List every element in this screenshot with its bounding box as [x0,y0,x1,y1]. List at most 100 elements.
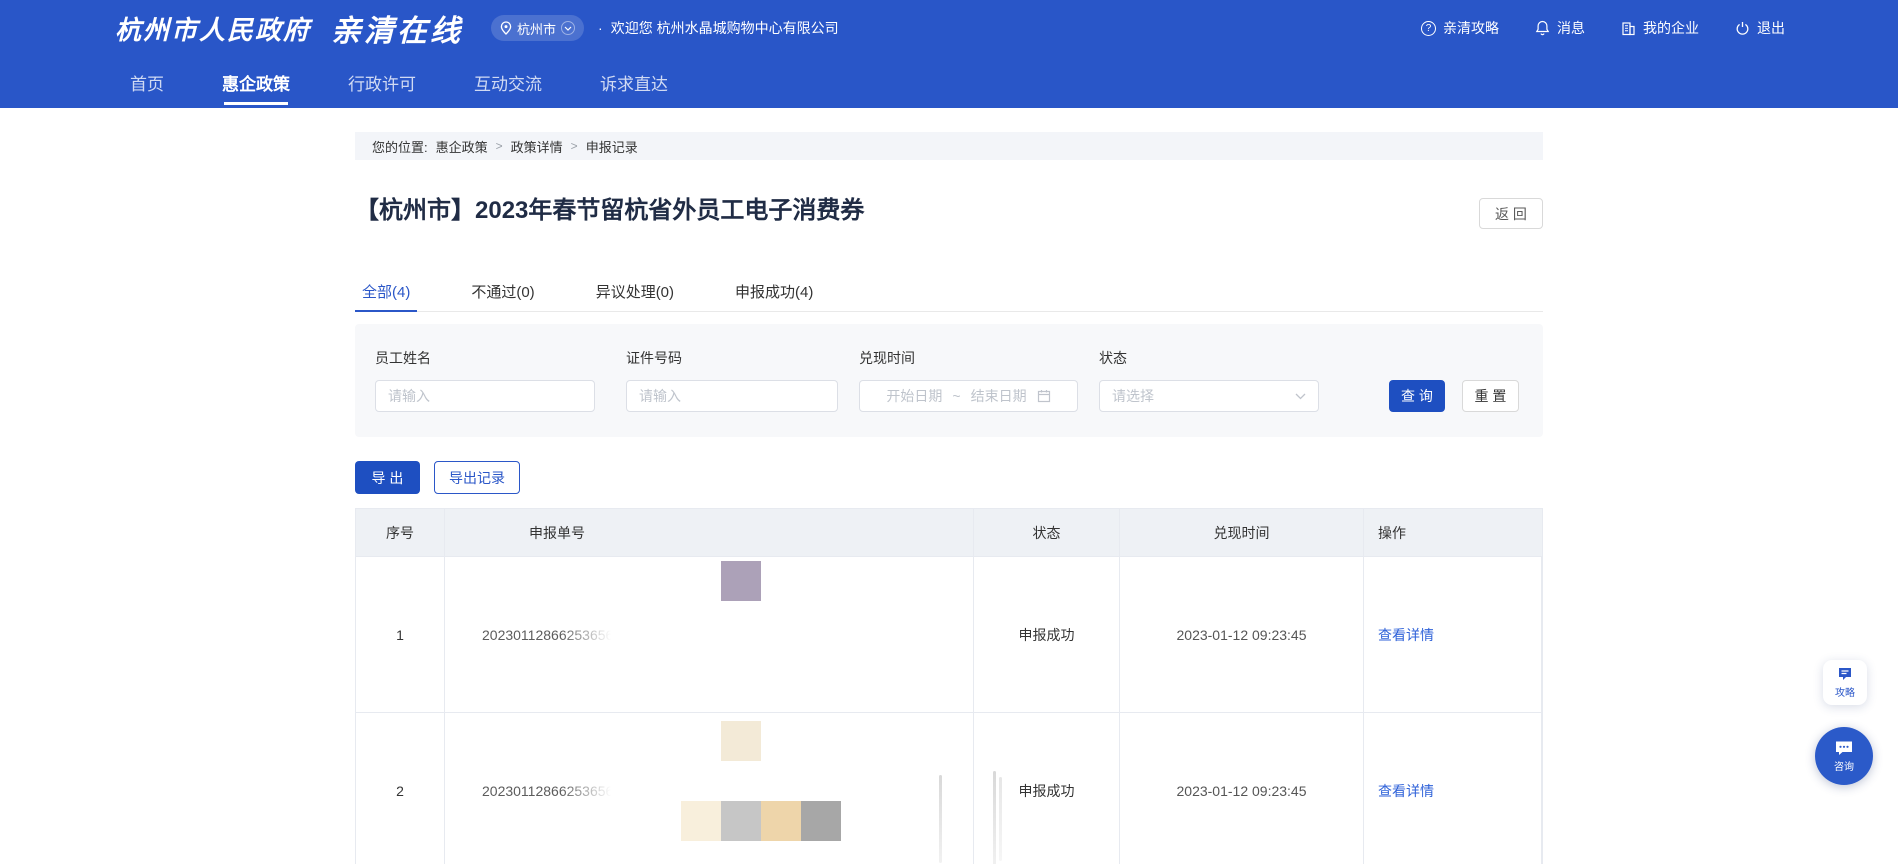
table-row: 2 202301128662536563 申报成功 2023-01-12 09:… [356,712,1542,864]
location-label: 杭州市 [517,19,556,38]
nav-item-interaction[interactable]: 互动交流 [474,56,542,108]
search-button[interactable]: 查 询 [1389,380,1445,412]
location-pin-icon [500,21,512,35]
breadcrumb-item-policies[interactable]: 惠企政策 [436,137,488,156]
status-select-placeholder: 请选择 [1112,386,1154,406]
row-index: 2 [356,713,445,864]
end-date-placeholder: 结束日期 [971,386,1027,406]
status-tabs: 全部(4) 不通过(0) 异议处理(0) 申报成功(4) [355,283,1543,312]
col-index: 序号 [356,509,445,556]
export-button[interactable]: 导 出 [355,461,420,494]
company-icon [1621,21,1636,36]
guide-link[interactable]: ? 亲清攻略 [1421,18,1499,38]
calendar-icon [1037,389,1051,403]
order-no-text: 202301128662536563 [482,783,621,799]
redacted-smudge [939,775,942,863]
messages-link[interactable]: 消息 [1535,18,1585,38]
view-detail-link[interactable]: 查看详情 [1378,781,1434,801]
chevron-down-icon [1295,393,1306,400]
id-number-input[interactable] [626,380,838,412]
status-select[interactable]: 请选择 [1099,380,1319,412]
redacted-block [761,801,801,841]
table-header-row: 序号 申报单号 状态 兑现时间 操作 [356,509,1542,556]
my-company-link[interactable]: 我的企业 [1621,18,1699,38]
consult-chat-icon [1834,740,1854,757]
breadcrumb-separator: > [496,139,503,153]
breadcrumb: 您的位置: 惠企政策 > 政策详情 > 申报记录 [355,132,1543,160]
logout-link-label: 退出 [1757,18,1785,38]
tab-success[interactable]: 申报成功(4) [728,283,820,311]
chevron-down-icon [561,21,575,35]
consult-float-label: 咨询 [1834,758,1854,773]
location-selector[interactable]: 杭州市 [491,15,584,41]
my-company-link-label: 我的企业 [1643,18,1699,38]
status-label: 状态 [1099,348,1319,368]
employee-name-input[interactable] [375,380,595,412]
nav-item-licensing[interactable]: 行政许可 [348,56,416,108]
row-status: 申报成功 [974,557,1120,712]
header-row: 杭州市人民政府 亲清在线 杭州市 · 欢迎您 杭州水晶城购物中心有限公司 ? 亲… [115,0,1785,56]
col-order-no: 申报单号 [445,509,974,556]
header-links: ? 亲清攻略 消息 我的企业 [1421,18,1785,38]
bell-icon [1535,20,1550,36]
col-actions: 操作 [1364,509,1542,556]
row-order-no: 202301128662536563 [445,713,974,864]
back-button[interactable]: 返 回 [1479,198,1543,229]
row-index: 1 [356,557,445,712]
redacted-block [721,561,761,601]
nav-item-home[interactable]: 首页 [130,56,164,108]
order-no-text: 202301128662536567 [482,627,621,643]
tab-all[interactable]: 全部(4) [355,283,417,312]
messages-link-label: 消息 [1557,18,1585,38]
redacted-strip [681,801,841,841]
view-detail-link[interactable]: 查看详情 [1378,625,1434,645]
tab-rejected[interactable]: 不通过(0) [464,283,541,311]
row-redeem-time: 2023-01-12 09:23:45 [1120,713,1364,864]
breadcrumb-item-policy-detail[interactable]: 政策详情 [511,137,563,156]
status-field: 状态 请选择 [1099,348,1319,368]
export-log-button[interactable]: 导出记录 [434,461,520,494]
table-row: 1 202301128662536567 申报成功 2023-01-12 09:… [356,556,1542,712]
id-number-label: 证件号码 [626,348,838,368]
main-nav: 首页 惠企政策 行政许可 互动交流 诉求直达 [130,56,668,108]
col-redeem-time: 兑现时间 [1120,509,1364,556]
top-header: 杭州市人民政府 亲清在线 杭州市 · 欢迎您 杭州水晶城购物中心有限公司 ? 亲… [0,0,1898,108]
gov-logo: 杭州市人民政府 [115,10,311,47]
row-actions: 查看详情 [1364,713,1542,864]
screen: 杭州市人民政府 亲清在线 杭州市 · 欢迎您 杭州水晶城购物中心有限公司 ? 亲… [0,0,1898,864]
employee-name-field: 员工姓名 [375,348,595,368]
guide-chat-icon [1837,666,1853,682]
filter-panel: 员工姓名 证件号码 兑现时间 开始日期 ~ 结束日期 状态 请选择 [355,324,1543,437]
welcome-text: · 欢迎您 杭州水晶城购物中心有限公司 [598,18,839,38]
guide-float-label: 攻略 [1835,684,1855,699]
row-actions: 查看详情 [1364,557,1542,712]
consult-float-button[interactable]: 咨询 [1815,727,1873,785]
redacted-smudge [993,771,996,864]
breadcrumb-item-records: 申报记录 [586,137,638,156]
redeem-time-field: 兑现时间 开始日期 ~ 结束日期 [859,348,1078,368]
row-order-no: 202301128662536567 [445,557,974,712]
guide-float-button[interactable]: 攻略 [1823,660,1867,705]
start-date-placeholder: 开始日期 [886,386,942,406]
reset-button[interactable]: 重 置 [1462,380,1519,412]
breadcrumb-prefix: 您的位置: [372,137,428,156]
employee-name-label: 员工姓名 [375,348,595,368]
nav-item-policies[interactable]: 惠企政策 [222,56,290,108]
breadcrumb-separator: > [571,139,578,153]
col-status: 状态 [974,509,1120,556]
records-table: 序号 申报单号 状态 兑现时间 操作 1 202301128662536567 … [355,508,1543,864]
tab-objection[interactable]: 异议处理(0) [589,283,681,311]
welcome-company: 欢迎您 杭州水晶城购物中心有限公司 [611,18,839,38]
nav-item-appeals[interactable]: 诉求直达 [600,56,668,108]
row-redeem-time: 2023-01-12 09:23:45 [1120,557,1364,712]
redacted-smudge [999,777,1002,861]
welcome-dot: · [598,20,603,36]
date-tilde: ~ [952,388,960,404]
date-range-picker[interactable]: 开始日期 ~ 结束日期 [859,380,1078,412]
redeem-time-label: 兑现时间 [859,348,1078,368]
logout-link[interactable]: 退出 [1735,18,1785,38]
redacted-block [721,721,761,761]
brand-logo: 亲清在线 [331,6,463,50]
redacted-block [681,801,721,841]
id-number-field: 证件号码 [626,348,838,368]
